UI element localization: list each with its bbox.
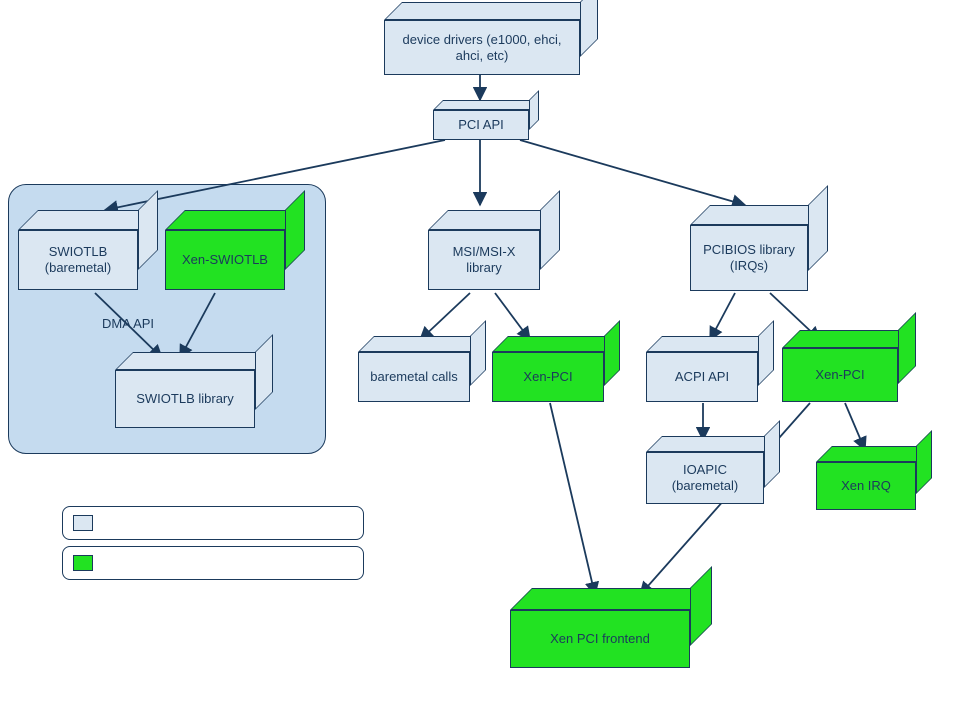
node-label: Xen IRQ (841, 478, 891, 494)
node-label: Xen-SWIOTLB (182, 252, 268, 268)
node-label: Xen PCI frontend (550, 631, 650, 647)
label-dma-api: DMA API (102, 316, 154, 331)
node-label: PCIBIOS library (IRQs) (697, 242, 801, 273)
diagram-stage: device drivers (e1000, ehci, ahci, etc) … (0, 0, 960, 720)
legend-blue (62, 506, 364, 540)
node-label: MSI/MSI-X library (435, 244, 533, 275)
node-label: SWIOTLB (baremetal) (25, 244, 131, 275)
node-label: IOAPIC (baremetal) (653, 462, 757, 493)
node-label: PCI API (458, 117, 504, 133)
node-label: device drivers (e1000, ehci, ahci, etc) (391, 32, 573, 63)
node-label: ACPI API (675, 369, 729, 385)
legend-swatch-green (73, 555, 93, 571)
node-label: baremetal calls (370, 369, 457, 385)
legend-swatch-blue (73, 515, 93, 531)
node-label: SWIOTLB library (136, 391, 234, 407)
node-label: Xen-PCI (815, 367, 864, 383)
node-label: Xen-PCI (523, 369, 572, 385)
legend-green (62, 546, 364, 580)
